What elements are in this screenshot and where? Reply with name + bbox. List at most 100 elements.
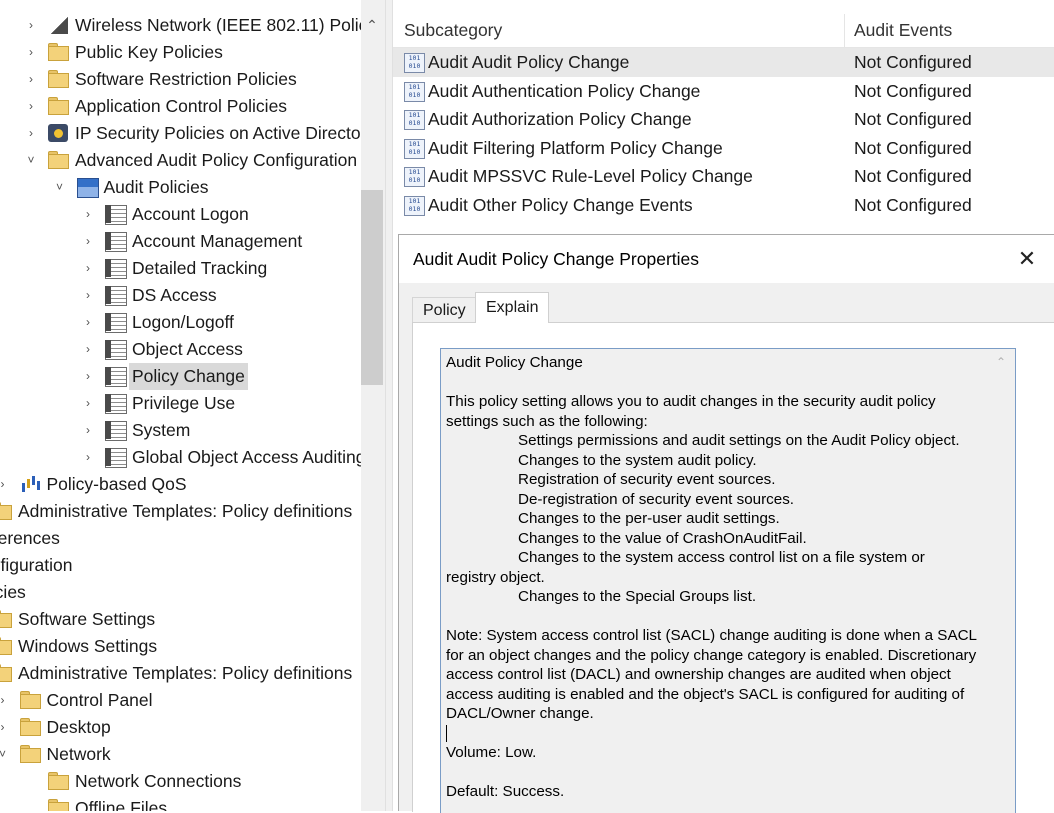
tree-item[interactable]: Preferences <box>0 525 361 552</box>
policy-icon <box>105 367 127 387</box>
list-row[interactable]: 101 010 Audit MPSSVC Rule-Level Policy Cha… <box>393 162 1054 191</box>
tree-item-label: Control Panel <box>46 690 153 710</box>
audit-setting-icon: 101 010 <box>404 53 425 73</box>
expand-chevron-icon[interactable]: › <box>24 120 38 147</box>
explain-default: Default: Success. <box>446 783 565 800</box>
tree-item[interactable]: Offline Files <box>0 795 361 811</box>
folder-icon <box>48 97 69 115</box>
collapse-chevron-icon[interactable]: ˅ <box>53 174 67 201</box>
close-icon[interactable]: ✕ <box>1005 237 1049 281</box>
tree-item-label: Logon/Logoff <box>132 312 234 332</box>
tree-item-label: Administrative Templates: Policy definit… <box>18 501 353 521</box>
tree-item-label: Administrative Templates: Policy definit… <box>18 663 353 683</box>
tree-item[interactable]: › Software Restriction Policies <box>0 66 361 93</box>
tree-item[interactable]: ˅ Network <box>0 741 361 768</box>
list-row[interactable]: 101 010 Audit Authorization Policy Change N… <box>393 105 1054 134</box>
tree-item[interactable]: › Account Logon <box>0 201 361 228</box>
tree-item[interactable]: ˅ Audit Policies <box>0 174 361 201</box>
audit-setting-icon: 101 010 <box>404 138 425 159</box>
expand-chevron-icon[interactable]: › <box>81 282 95 309</box>
tab-explain[interactable]: Explain <box>475 292 550 323</box>
audit-events-value: Not Configured <box>854 52 972 72</box>
tree-item[interactable]: Policies <box>0 579 361 606</box>
expand-chevron-icon[interactable]: › <box>24 39 38 66</box>
list-row[interactable]: 101 010 Audit Audit Policy Change Not Confi… <box>393 48 1054 77</box>
tree-item[interactable]: ˅ Advanced Audit Policy Configuration <box>0 147 361 174</box>
chart-icon <box>20 475 40 493</box>
tree-item[interactable]: Administrative Templates: Policy definit… <box>0 498 361 525</box>
tree-item[interactable]: › Policy-based QoS <box>0 471 361 498</box>
tree-scrollbar-thumb[interactable] <box>361 190 383 385</box>
tree-item[interactable]: › Detailed Tracking <box>0 255 361 282</box>
tree-item[interactable]: Network Connections <box>0 768 361 795</box>
ip-security-icon <box>48 124 68 142</box>
tree-item[interactable]: Windows Settings <box>0 633 361 660</box>
dialog-titlebar[interactable]: Audit Audit Policy Change Properties ✕ <box>399 235 1054 283</box>
tree-item[interactable]: › Global Object Access Auditing <box>0 444 361 471</box>
tree-item[interactable]: › Control Panel <box>0 687 361 714</box>
expand-chevron-icon[interactable]: › <box>24 66 38 93</box>
tree-item[interactable]: › Policy Change <box>0 363 361 390</box>
explain-item: Settings permissions and audit settings … <box>518 432 960 449</box>
expand-chevron-icon[interactable]: › <box>81 363 95 390</box>
explain-item: Changes to the Special Groups list. <box>518 588 757 605</box>
list-header: Subcategory Audit Events <box>393 14 1054 48</box>
expand-chevron-icon[interactable]: › <box>81 336 95 363</box>
folder-icon <box>48 799 69 811</box>
folder-icon <box>48 70 69 88</box>
column-header-audit-events[interactable]: Audit Events <box>854 14 952 47</box>
tree-item[interactable]: Configuration <box>0 552 361 579</box>
tree-item[interactable]: › Logon/Logoff <box>0 309 361 336</box>
tree-item-label: Software Restriction Policies <box>75 69 297 89</box>
expand-chevron-icon[interactable]: › <box>81 255 95 282</box>
tree-item[interactable]: Administrative Templates: Policy definit… <box>0 660 361 687</box>
tree-item[interactable]: › Account Management <box>0 228 361 255</box>
expand-chevron-icon[interactable]: › <box>81 201 95 228</box>
explain-textbox[interactable]: Audit Policy Change This policy setting … <box>440 348 1016 813</box>
audit-events-value: Not Configured <box>854 166 972 187</box>
tree-item[interactable]: › DS Access <box>0 282 361 309</box>
audit-events-value: Not Configured <box>854 80 972 101</box>
column-separator[interactable] <box>844 14 845 47</box>
list-row[interactable]: 101 010 Audit Authentication Policy Change… <box>393 77 1054 106</box>
expand-chevron-icon[interactable]: › <box>24 12 38 39</box>
explain-tab-panel: Audit Policy Change This policy setting … <box>412 322 1054 813</box>
collapse-chevron-icon[interactable]: ˅ <box>24 147 38 174</box>
tree-item-label: Account Logon <box>132 204 249 224</box>
explain-scroll-up-icon[interactable]: ⌃ <box>992 353 1010 371</box>
tree-item[interactable]: › Privilege Use <box>0 390 361 417</box>
pane-splitter[interactable] <box>385 0 393 811</box>
tree-item-label: Preferences <box>0 528 60 548</box>
expand-chevron-icon[interactable]: › <box>81 228 95 255</box>
expand-chevron-icon[interactable]: › <box>81 390 95 417</box>
tree-item[interactable]: › IP Security Policies on Active Director… <box>0 120 361 147</box>
explain-text: Audit Policy Change This policy setting … <box>446 353 986 802</box>
list-row[interactable]: 101 010 Audit Other Policy Change Events No… <box>393 191 1054 220</box>
tab-policy[interactable]: Policy <box>412 297 477 323</box>
expand-chevron-icon[interactable]: › <box>81 444 95 471</box>
tree-item-label: Network <box>46 744 111 764</box>
list-row[interactable]: 101 010 Audit Filtering Platform Policy Ch… <box>393 134 1054 163</box>
tree-pane: › Wireless Network (IEEE 802.11) Policies… <box>0 0 385 811</box>
expand-chevron-icon[interactable]: › <box>24 93 38 120</box>
folder-icon <box>0 637 12 655</box>
expand-chevron-icon[interactable]: › <box>0 687 10 714</box>
tree-item[interactable]: › System <box>0 417 361 444</box>
tree-item-label: DS Access <box>132 285 217 305</box>
tree-scrollbar[interactable] <box>361 0 385 811</box>
expand-chevron-icon[interactable]: › <box>81 417 95 444</box>
subcategory-name: Audit Other Policy Change Events <box>428 195 693 215</box>
expand-chevron-icon[interactable]: › <box>0 714 10 741</box>
tree-item[interactable]: › Desktop <box>0 714 361 741</box>
tree-item[interactable]: › Application Control Policies <box>0 93 361 120</box>
tree-item-label: IP Security Policies on Active Directory <box>75 123 361 143</box>
tree-item[interactable]: › Public Key Policies <box>0 39 361 66</box>
tree-item[interactable]: Software Settings <box>0 606 361 633</box>
expand-chevron-icon[interactable]: › <box>81 309 95 336</box>
collapse-chevron-icon[interactable]: ˅ <box>0 741 10 768</box>
column-header-subcategory[interactable]: Subcategory <box>404 14 502 47</box>
tree-item[interactable]: › Object Access <box>0 336 361 363</box>
expand-chevron-icon[interactable]: › <box>0 471 10 498</box>
scroll-up-chevron-icon[interactable]: ⌃ <box>361 14 383 36</box>
tree-item[interactable]: › Wireless Network (IEEE 802.11) Policies <box>0 12 361 39</box>
